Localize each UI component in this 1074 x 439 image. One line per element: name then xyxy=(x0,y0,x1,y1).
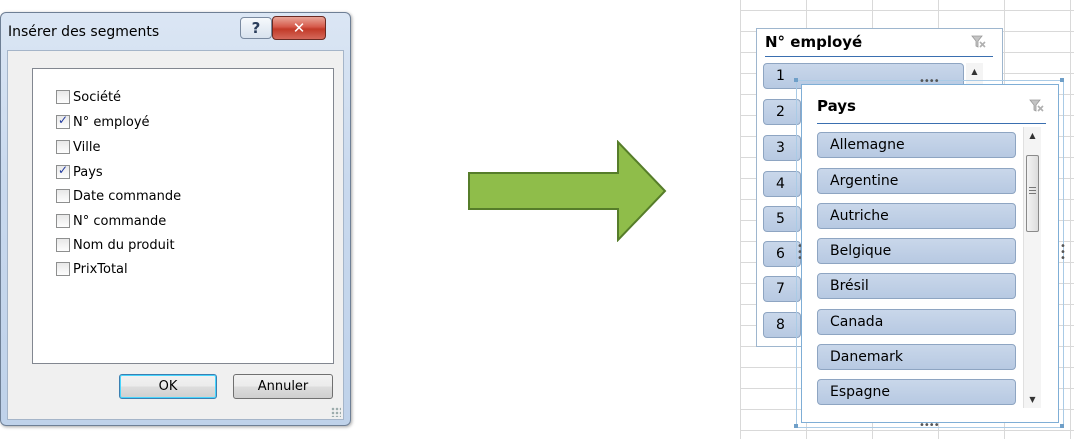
checkbox[interactable] xyxy=(56,262,70,276)
field-label: N° commande xyxy=(73,213,167,229)
slicer-title: N° employé xyxy=(765,33,863,51)
slicer-title: Pays xyxy=(817,97,856,115)
checkbox[interactable] xyxy=(56,238,70,252)
field-label: N° employé xyxy=(73,114,150,130)
slicer-item[interactable]: Argentine xyxy=(817,168,1016,194)
field-item-n-commande[interactable]: N° commande xyxy=(56,210,166,232)
close-button[interactable]: ✕ xyxy=(272,16,326,40)
checkbox[interactable] xyxy=(56,140,70,154)
slicer-item[interactable]: Belgique xyxy=(817,238,1016,264)
field-item-ville[interactable]: Ville xyxy=(56,136,100,158)
cancel-button[interactable]: Annuler xyxy=(233,374,333,399)
field-label: Nom du produit xyxy=(73,237,175,253)
resize-handle[interactable] xyxy=(794,78,798,82)
slicer-item[interactable]: 4 xyxy=(763,171,801,197)
slicer-item[interactable]: 5 xyxy=(763,206,801,232)
field-item-nom-du-produit[interactable]: Nom du produit xyxy=(56,234,175,256)
insert-slicers-dialog: Insérer des segments ? ✕ Société N° empl… xyxy=(0,12,351,426)
slicer-item[interactable]: 7 xyxy=(763,276,801,302)
slicer-item[interactable]: Canada xyxy=(817,309,1016,335)
slicer-item[interactable]: 2 xyxy=(763,99,801,125)
field-label: PrixTotal xyxy=(73,261,128,277)
ok-button[interactable]: OK xyxy=(119,374,217,399)
grip-icon xyxy=(1029,187,1036,195)
header-underline xyxy=(817,123,1046,124)
move-handle-bottom[interactable]: •••• xyxy=(919,421,940,431)
resize-grip[interactable] xyxy=(331,407,341,417)
scroll-up-arrow-icon[interactable]: ▲ xyxy=(966,63,983,80)
field-label: Société xyxy=(73,89,122,105)
field-item-prixtotal[interactable]: PrixTotal xyxy=(56,258,128,280)
clear-filter-icon[interactable] xyxy=(1029,98,1045,114)
checkbox[interactable] xyxy=(56,90,70,104)
resize-handle[interactable] xyxy=(794,424,798,428)
field-label: Pays xyxy=(73,164,103,180)
slicer-item[interactable]: Espagne xyxy=(817,379,1016,405)
scroll-up-arrow-icon[interactable]: ▲ xyxy=(1024,127,1041,144)
help-button[interactable]: ? xyxy=(240,17,272,39)
slicer-item[interactable]: Danemark xyxy=(817,344,1016,370)
checkbox-checked[interactable] xyxy=(56,113,70,129)
resize-handle[interactable] xyxy=(1060,424,1064,428)
field-label: Date commande xyxy=(73,188,182,204)
slicer-item[interactable]: 8 xyxy=(763,312,801,338)
clear-filter-icon[interactable] xyxy=(971,34,987,50)
header-underline xyxy=(765,56,993,57)
field-item-societe[interactable]: Société xyxy=(56,86,121,108)
field-label: Ville xyxy=(73,139,101,155)
dialog-title: Insérer des segments xyxy=(8,24,160,40)
field-item-n-employe[interactable]: N° employé xyxy=(56,111,150,133)
scroll-thumb[interactable] xyxy=(1026,155,1039,232)
slicer-item[interactable]: Allemagne xyxy=(817,132,1016,158)
slicer-item[interactable]: 3 xyxy=(763,135,801,161)
scrollbar[interactable]: ▲ ▼ xyxy=(1023,127,1041,408)
right-arrow-icon xyxy=(468,140,667,242)
field-item-date-commande[interactable]: Date commande xyxy=(56,185,181,207)
slicer-item[interactable]: Autriche xyxy=(817,203,1016,229)
slicer-item[interactable]: Brésil xyxy=(817,273,1016,299)
checkbox-checked[interactable] xyxy=(56,163,70,179)
slicer-item[interactable]: 6 xyxy=(763,241,801,267)
checkbox[interactable] xyxy=(56,214,70,228)
field-item-pays[interactable]: Pays xyxy=(56,161,103,183)
scroll-down-arrow-icon[interactable]: ▼ xyxy=(1024,391,1041,408)
checkbox[interactable] xyxy=(56,189,70,203)
dialog-body: Société N° employé Ville Pays Date comma… xyxy=(7,50,344,420)
resize-handle[interactable] xyxy=(1060,78,1064,82)
move-handle-right[interactable]: • • • xyxy=(1060,242,1066,264)
